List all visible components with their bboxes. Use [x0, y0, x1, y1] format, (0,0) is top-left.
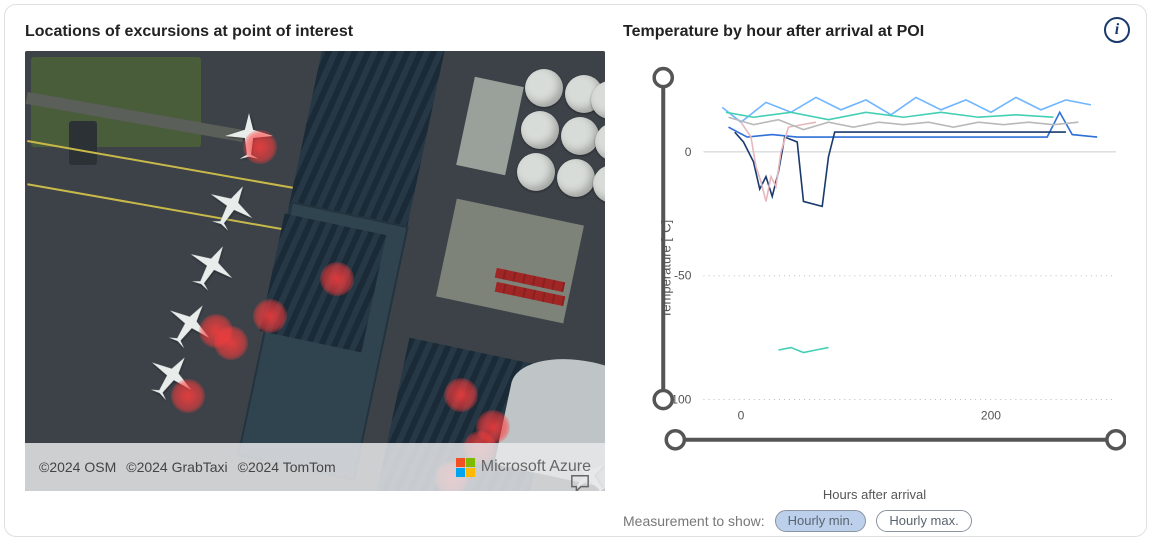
- dashboard-card: i Locations of excursions at point of in…: [4, 4, 1147, 537]
- x-slider-handle-left[interactable]: [666, 431, 684, 449]
- y-slider-handle-top[interactable]: [654, 69, 672, 87]
- hourly-max-button[interactable]: Hourly max.: [876, 510, 971, 532]
- y-axis-label: Temperature [°C]: [659, 220, 674, 318]
- series-run-4[interactable]: [741, 122, 816, 201]
- map-attribution: ©2024 OSM ©2024 GrabTaxi ©2024 TomTom Mi…: [25, 443, 605, 491]
- chart-area: Temperature [°C] 0-50-1000200: [623, 55, 1126, 483]
- series-run-1[interactable]: [722, 97, 1091, 122]
- attrib-osm: ©2024 OSM: [39, 459, 116, 475]
- map-panel: Locations of excursions at point of inte…: [25, 23, 605, 516]
- temperature-chart[interactable]: 0-50-1000200: [623, 55, 1126, 483]
- svg-text:0: 0: [738, 409, 745, 423]
- chart-title: Temperature by hour after arrival at POI: [623, 23, 1126, 41]
- svg-text:-50: -50: [674, 269, 692, 283]
- y-slider-handle-bottom[interactable]: [654, 390, 672, 408]
- measurement-row: Measurement to show: Hourly min. Hourly …: [623, 510, 1126, 532]
- microsoft-logo-icon: [456, 458, 475, 477]
- feedback-icon[interactable]: [569, 473, 591, 491]
- series-run-7[interactable]: [778, 348, 828, 353]
- map-image[interactable]: ©2024 OSM ©2024 GrabTaxi ©2024 TomTom Mi…: [25, 51, 605, 491]
- x-axis-label: Hours after arrival: [623, 487, 1126, 502]
- map-title: Locations of excursions at point of inte…: [25, 23, 605, 41]
- attrib-grab: ©2024 GrabTaxi: [126, 459, 227, 475]
- chart-panel: Temperature by hour after arrival at POI…: [623, 23, 1126, 516]
- hourly-min-button[interactable]: Hourly min.: [775, 510, 867, 532]
- svg-text:0: 0: [685, 145, 692, 159]
- svg-text:200: 200: [981, 409, 1001, 423]
- series-run-5[interactable]: [728, 117, 1078, 129]
- x-slider-handle-right[interactable]: [1107, 431, 1125, 449]
- measurement-label: Measurement to show:: [623, 513, 765, 529]
- attrib-tomtom: ©2024 TomTom: [238, 459, 336, 475]
